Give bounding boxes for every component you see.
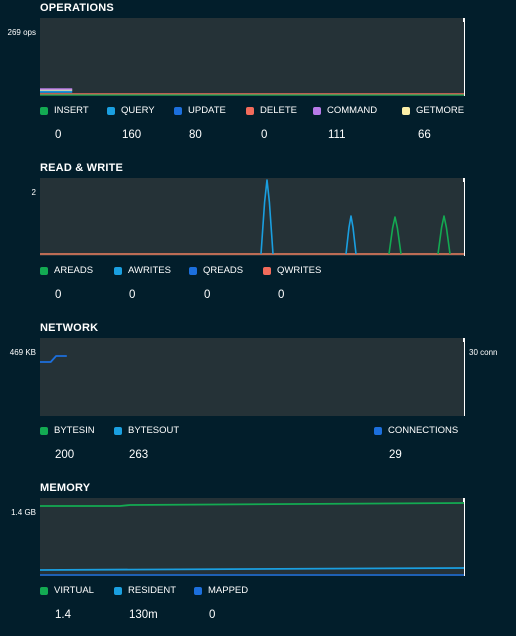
mapped-value: 0 — [209, 609, 216, 621]
query-swatch-icon — [107, 106, 115, 115]
legend-query-label: QUERY — [121, 105, 155, 116]
legend-virtual-label: VIRTUAL — [54, 585, 94, 596]
legend-connections-label: CONNECTIONS — [388, 425, 459, 436]
legend-insert-label: INSERT — [54, 105, 89, 116]
qreads-swatch-icon — [189, 266, 197, 275]
connections-value: 29 — [389, 449, 402, 461]
legend-qreads-label: QREADS — [203, 265, 244, 276]
command-value: 111 — [328, 129, 346, 141]
memory-chart[interactable] — [40, 498, 464, 576]
legend-getmore-label: GETMORE — [416, 105, 465, 116]
legend-resident[interactable]: RESIDENT — [114, 585, 176, 596]
bytesout-value: 263 — [129, 449, 149, 461]
network-title: NETWORK — [40, 322, 99, 334]
resident-swatch-icon — [114, 586, 122, 595]
legend-delete-label: DELETE — [260, 105, 297, 116]
areads-swatch-icon — [40, 266, 48, 275]
awrites-swatch-icon — [114, 266, 122, 275]
insert-value: 0 — [55, 129, 62, 141]
legend-mapped[interactable]: MAPPED — [194, 585, 248, 596]
virtual-swatch-icon — [40, 586, 48, 595]
awrites-spike-line — [260, 179, 274, 255]
virtual-value: 1.4 — [55, 609, 71, 621]
memory-title: MEMORY — [40, 482, 91, 494]
bytesout-swatch-icon — [114, 426, 122, 435]
areads-spike-line — [388, 216, 402, 255]
areads-value: 0 — [55, 289, 62, 301]
delete-swatch-icon — [246, 106, 254, 115]
legend-bytesin-label: BYTESIN — [54, 425, 95, 436]
virtual-series-line — [40, 502, 464, 507]
network-chart-svg — [40, 355, 67, 363]
legend-bytesout-label: BYTESOUT — [128, 425, 180, 436]
command-swatch-icon — [313, 106, 321, 115]
memory-chart-cursor[interactable] — [463, 498, 465, 576]
legend-areads[interactable]: AREADS — [40, 265, 93, 276]
legend-qreads[interactable]: QREADS — [189, 265, 243, 276]
legend-insert[interactable]: INSERT — [40, 105, 89, 116]
legend-qwrites-label: QWRITES — [277, 265, 322, 276]
legend-command[interactable]: COMMAND — [313, 105, 377, 116]
read-write-chart[interactable] — [40, 178, 464, 256]
resident-series-line — [40, 567, 464, 571]
legend-mapped-label: MAPPED — [208, 585, 249, 596]
legend-bytesin[interactable]: BYTESIN — [40, 425, 95, 436]
legend-command-label: COMMAND — [327, 105, 378, 116]
operations-chart[interactable] — [40, 18, 464, 96]
update-swatch-icon — [174, 106, 182, 115]
update-value: 80 — [189, 129, 202, 141]
connections-series-line — [40, 355, 67, 363]
memory-y-max-label: 1.4 GB — [11, 508, 36, 517]
operations-title: OPERATIONS — [40, 2, 114, 14]
mapped-swatch-icon — [194, 586, 202, 595]
insert-swatch-icon — [40, 106, 48, 115]
qreads-value: 0 — [204, 289, 211, 301]
operations-chart-cursor[interactable] — [463, 18, 465, 96]
read-write-title: READ & WRITE — [40, 162, 124, 174]
awrites-value: 0 — [129, 289, 136, 301]
qwrites-swatch-icon — [263, 266, 271, 275]
memory-chart-svg — [40, 502, 464, 576]
network-y-right-label: 30 conn — [469, 348, 498, 357]
resident-value: 130m — [129, 609, 158, 621]
awrites-spike-line-2 — [345, 215, 357, 255]
getmore-value: 66 — [418, 129, 431, 141]
legend-virtual[interactable]: VIRTUAL — [40, 585, 94, 596]
query-value: 160 — [122, 129, 142, 141]
legend-bytesout[interactable]: BYTESOUT — [114, 425, 179, 436]
bytesin-value: 200 — [55, 449, 75, 461]
areads-spike-line-2 — [437, 215, 451, 255]
network-chart[interactable] — [40, 338, 464, 416]
network-chart-cursor[interactable] — [463, 338, 465, 416]
legend-delete[interactable]: DELETE — [246, 105, 297, 116]
legend-awrites-label: AWRITES — [128, 265, 171, 276]
operations-y-max-label: 269 ops — [7, 28, 36, 37]
read-write-y-max-label: 2 — [31, 188, 36, 197]
bytesin-swatch-icon — [40, 426, 48, 435]
legend-update[interactable]: UPDATE — [174, 105, 226, 116]
connections-swatch-icon — [374, 426, 382, 435]
legend-areads-label: AREADS — [54, 265, 94, 276]
legend-connections[interactable]: CONNECTIONS — [374, 425, 458, 436]
legend-awrites[interactable]: AWRITES — [114, 265, 171, 276]
legend-resident-label: RESIDENT — [128, 585, 177, 596]
legend-update-label: UPDATE — [188, 105, 226, 116]
operations-chart-svg — [40, 88, 464, 96]
qwrites-value: 0 — [278, 289, 285, 301]
legend-qwrites[interactable]: QWRITES — [263, 265, 321, 276]
network-y-max-label: 469 KB — [9, 348, 36, 357]
read-write-chart-cursor[interactable] — [463, 178, 465, 256]
getmore-swatch-icon — [402, 106, 410, 115]
read-write-chart-svg — [40, 179, 464, 255]
legend-getmore[interactable]: GETMORE — [402, 105, 464, 116]
delete-value: 0 — [261, 129, 268, 141]
legend-query[interactable]: QUERY — [107, 105, 155, 116]
